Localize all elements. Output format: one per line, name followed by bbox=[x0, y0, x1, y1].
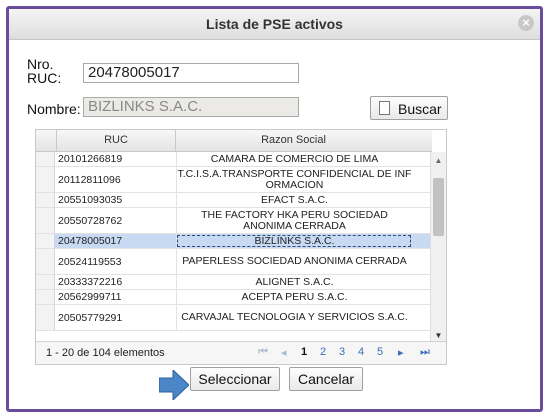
razon-social-cell: CAMARA DE COMERCIO DE LIMA bbox=[176, 152, 412, 166]
row-header-cell bbox=[36, 305, 55, 330]
razon-social-cell: EFACT S.A.C. bbox=[176, 193, 412, 207]
grid-header: RUC Razon Social bbox=[36, 130, 432, 152]
razon-social-cell: CARVAJAL TECNOLOGIA Y SERVICIOS S.A.C. bbox=[176, 305, 412, 330]
row-header-cell bbox=[36, 275, 55, 289]
ruc-label-line1: Nro. bbox=[27, 56, 54, 72]
page-link-3[interactable]: 3 bbox=[339, 346, 345, 358]
dialog-window: Lista de PSE activos × Nro. RUC: 2047800… bbox=[6, 6, 543, 412]
document-icon bbox=[379, 101, 390, 115]
close-icon[interactable]: × bbox=[518, 15, 534, 31]
page-link-5[interactable]: 5 bbox=[377, 346, 383, 358]
seleccionar-button[interactable]: Seleccionar bbox=[190, 367, 280, 391]
row-header-cell bbox=[36, 249, 55, 274]
ruc-cell: 20101266819 bbox=[58, 153, 123, 165]
table-row[interactable]: 20562999711 ACEPTA PERU S.A.C. bbox=[36, 290, 432, 305]
razon-social-cell: BIZLINKS S.A.C. bbox=[176, 234, 412, 248]
table-row[interactable]: 20550728762 THE FACTORY HKA PERU SOCIEDAD… bbox=[36, 208, 432, 234]
ruc-cell: 20562999711 bbox=[58, 291, 122, 303]
table-row[interactable]: 20524119553 PAPERLESS SOCIEDAD ANONIMA CE… bbox=[36, 249, 432, 275]
scrollbar-thumb[interactable] bbox=[433, 178, 444, 236]
ruc-label-line2: RUC: bbox=[27, 70, 62, 86]
table-row[interactable]: 20551093035 EFACT S.A.C. bbox=[36, 193, 432, 208]
page-link-2[interactable]: 2 bbox=[320, 346, 326, 358]
pager-info: 1 - 20 de 104 elementos bbox=[46, 347, 165, 359]
ruc-cell: 20524119553 bbox=[58, 255, 122, 268]
table-row[interactable]: 20333372216 ALIGNET S.A.C. bbox=[36, 275, 432, 290]
table-row[interactable]: 20478005017 BIZLINKS S.A.C. bbox=[36, 234, 432, 249]
razon-social-cell: ALIGNET S.A.C. bbox=[176, 275, 412, 289]
ruc-cell: 20551093035 bbox=[58, 194, 123, 206]
grid-body: 20101266819 CAMARA DE COMERCIO DE LIMA 201… bbox=[36, 152, 432, 331]
arrow-right-icon bbox=[159, 370, 189, 400]
row-header-cell bbox=[36, 167, 55, 192]
header-divider bbox=[56, 130, 57, 151]
ruc-cell: 20550728762 bbox=[58, 214, 123, 227]
table-row[interactable]: 20505779291 CARVAJAL TECNOLOGIA Y SERVICI… bbox=[36, 305, 432, 331]
ruc-cell: 20333372216 bbox=[58, 276, 123, 288]
row-header-cell bbox=[36, 193, 55, 207]
cancelar-button[interactable]: Cancelar bbox=[289, 367, 363, 391]
page-link-4[interactable]: 4 bbox=[358, 346, 364, 358]
razon-social-cell: ACEPTA PERU S.A.C. bbox=[176, 290, 412, 304]
ruc-input[interactable]: 20478005017 bbox=[83, 63, 299, 83]
pse-grid: RUC Razon Social 20101266819 CAMARA DE CO… bbox=[35, 129, 447, 365]
prev-page-icon[interactable]: ◂ bbox=[281, 346, 287, 359]
nombre-input[interactable]: BIZLINKS S.A.C. bbox=[83, 97, 299, 117]
page-link-1[interactable]: 1 bbox=[301, 346, 307, 358]
nombre-label: Nombre: bbox=[27, 101, 81, 117]
buscar-button[interactable]: Buscar bbox=[370, 96, 448, 120]
header-ruc[interactable]: RUC bbox=[57, 134, 175, 146]
table-row[interactable]: 20101266819 CAMARA DE COMERCIO DE LIMA bbox=[36, 152, 432, 167]
dialog-title: Lista de PSE activos bbox=[206, 16, 343, 32]
header-razon-social[interactable]: Razon Social bbox=[176, 134, 411, 146]
razon-social-cell: PAPERLESS SOCIEDAD ANONIMA CERRADA bbox=[176, 249, 412, 274]
razon-social-cell: THE FACTORY HKA PERU SOCIEDAD ANONIMA CE… bbox=[176, 208, 412, 233]
grid-pager: 1 - 20 de 104 elementos ⏮ ◂ 1 2 3 4 5 ▸ … bbox=[36, 341, 446, 364]
next-page-icon[interactable]: ▸ bbox=[398, 346, 404, 359]
scroll-down-icon[interactable]: ▼ bbox=[431, 331, 446, 340]
ruc-label: Nro. RUC: bbox=[27, 57, 61, 85]
ruc-cell: 20478005017 bbox=[58, 235, 123, 247]
scroll-up-icon[interactable]: ▲ bbox=[431, 156, 446, 165]
first-page-icon[interactable]: ⏮ bbox=[258, 346, 268, 359]
row-header-cell bbox=[36, 152, 55, 166]
razon-social-cell: T.C.I.S.A.TRANSPORTE CONFIDENCIAL DE INF… bbox=[176, 167, 412, 192]
row-header-cell bbox=[36, 208, 55, 233]
buscar-label: Buscar bbox=[398, 101, 442, 117]
last-page-icon[interactable]: ⏭ bbox=[420, 346, 430, 359]
dialog-titlebar: Lista de PSE activos × bbox=[9, 9, 540, 40]
row-header-cell bbox=[36, 234, 55, 248]
table-row[interactable]: 20112811096 T.C.I.S.A.TRANSPORTE CONFIDEN… bbox=[36, 167, 432, 193]
ruc-cell: 20112811096 bbox=[58, 173, 121, 186]
row-header-cell bbox=[36, 290, 55, 304]
vertical-scrollbar[interactable]: ▲ ▼ bbox=[430, 152, 446, 344]
ruc-cell: 20505779291 bbox=[58, 311, 123, 324]
